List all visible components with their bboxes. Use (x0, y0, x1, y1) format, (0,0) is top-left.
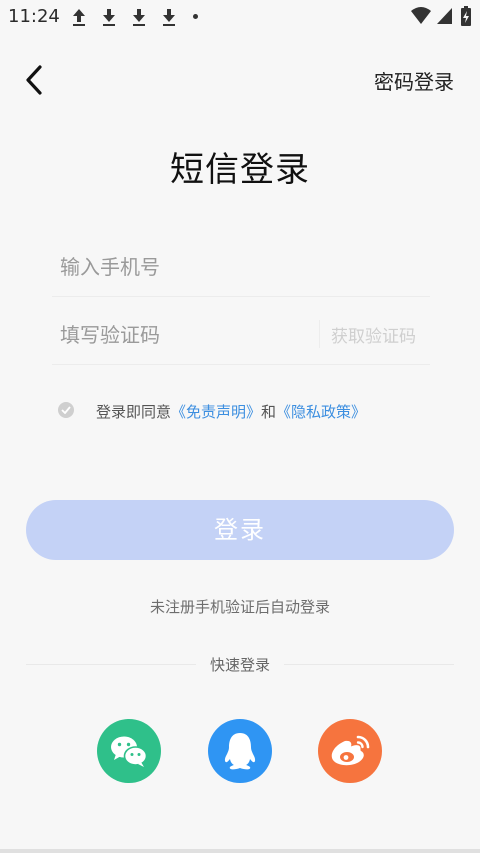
wifi-icon (410, 6, 432, 30)
login-button[interactable]: 登录 (26, 500, 454, 560)
weibo-login-button[interactable] (318, 719, 382, 783)
status-time: 11:24 (8, 6, 60, 27)
battery-icon (460, 6, 472, 32)
phone-input[interactable] (58, 248, 312, 286)
bottom-edge (0, 849, 480, 853)
qq-login-button[interactable] (208, 719, 272, 783)
download-icon (130, 6, 148, 28)
disclaimer-link[interactable]: 《免责声明》 (171, 403, 261, 421)
code-input[interactable] (58, 316, 312, 354)
back-button[interactable] (20, 62, 50, 98)
upload-icon (70, 6, 88, 28)
phone-field (52, 238, 430, 297)
divider (319, 320, 320, 348)
wechat-login-button[interactable] (97, 719, 161, 783)
download-icon (100, 6, 118, 28)
code-field: 获取验证码 (52, 306, 430, 365)
agreement-checkbox[interactable] (58, 402, 74, 418)
password-login-link[interactable]: 密码登录 (374, 66, 454, 95)
divider-right (284, 664, 454, 665)
more-notifications-dot (193, 14, 198, 19)
chevron-left-icon (26, 65, 42, 95)
auto-register-hint: 未注册手机验证后自动登录 (149, 598, 330, 616)
qq-icon (224, 733, 256, 770)
check-icon (61, 406, 71, 414)
download-icon (160, 6, 178, 28)
agreement-and: 和 (261, 403, 277, 421)
wechat-icon (111, 736, 148, 767)
agreement-prefix: 登录即同意 (96, 403, 172, 421)
agreement-text: 登录即同意《免责声明》和《隐私政策》 (96, 401, 366, 422)
signal-icon (436, 6, 454, 30)
weibo-icon (331, 735, 370, 766)
privacy-policy-link[interactable]: 《隐私政策》 (276, 403, 366, 421)
get-code-button[interactable]: 获取验证码 (331, 322, 416, 347)
status-bar: 11:24 (0, 0, 480, 34)
page-title: 短信登录 (170, 150, 310, 190)
